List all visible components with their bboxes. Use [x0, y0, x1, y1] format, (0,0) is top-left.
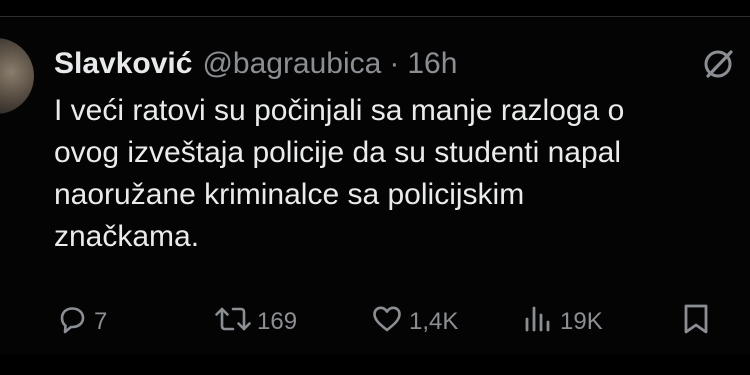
tweet-text-line: značkama. — [54, 220, 200, 253]
tweet-text-line: ovog izveštaja policije da su studenti n… — [54, 136, 622, 169]
views-icon — [522, 301, 556, 344]
bottom-edge — [0, 355, 750, 375]
bookmark-button[interactable] — [678, 300, 714, 344]
views-button[interactable]: 19K — [522, 300, 603, 344]
separator-dot: · — [389, 47, 400, 80]
bookmark-icon — [678, 301, 714, 344]
tweet-text-line: I veći ratovi su počinjali sa manje razl… — [54, 94, 625, 127]
tweet-header: Slavković @bagraubica · 16h — [54, 44, 457, 84]
repost-count: 169 — [257, 308, 298, 335]
top-divider — [0, 0, 750, 17]
tweet-card[interactable]: Slavković @bagraubica · 16h I veći ratov… — [0, 0, 750, 375]
timestamp[interactable]: 16h — [407, 44, 457, 84]
like-count: 1,4K — [409, 308, 459, 335]
reply-count: 7 — [94, 308, 108, 335]
tweet-text: I veći ratovi su počinjali sa manje razl… — [54, 90, 750, 258]
avatar[interactable] — [0, 38, 34, 114]
action-bar: 7 169 1,4K 19K — [0, 300, 750, 344]
repost-icon — [213, 301, 253, 344]
heart-icon — [369, 301, 405, 344]
display-name[interactable]: Slavković — [54, 44, 192, 84]
tweet-text-line: naoružane kriminalce sa policijskim — [54, 178, 525, 211]
reply-button[interactable]: 7 — [54, 300, 107, 344]
grok-icon[interactable] — [700, 46, 736, 82]
like-button[interactable]: 1,4K — [369, 300, 458, 344]
user-handle[interactable]: @bagraubica — [202, 44, 381, 84]
views-count: 19K — [560, 308, 603, 335]
repost-button[interactable]: 169 — [213, 300, 297, 344]
reply-icon — [54, 301, 90, 344]
